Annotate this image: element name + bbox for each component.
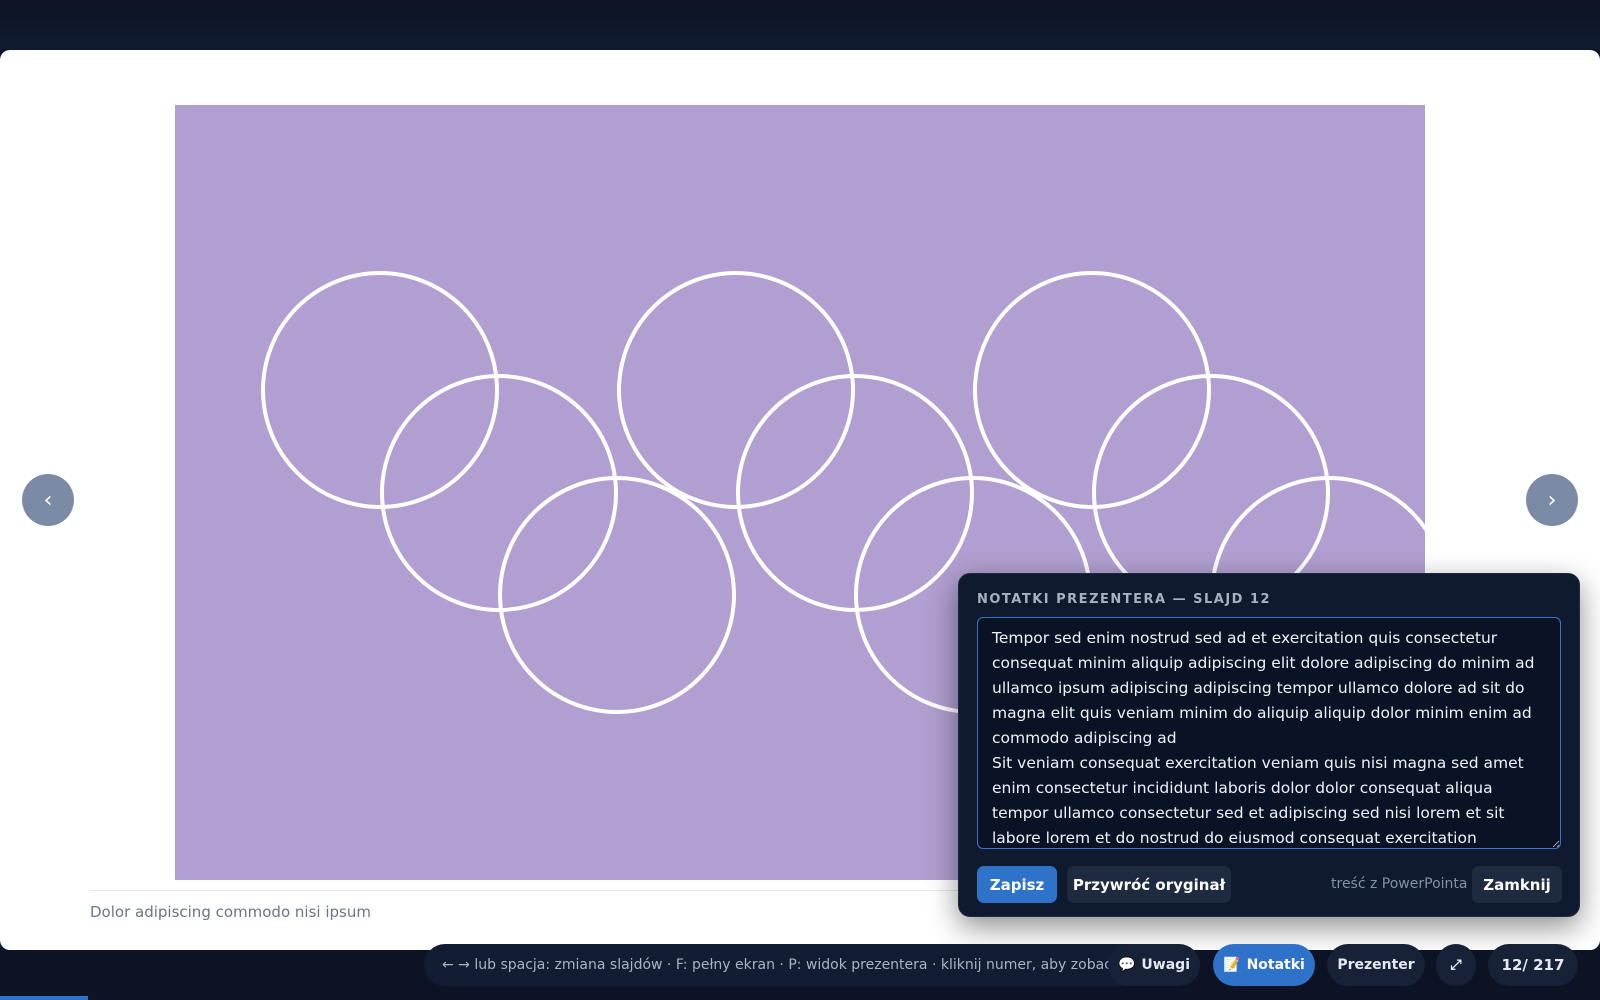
fullscreen-button[interactable]: ⤢: [1436, 944, 1476, 986]
ring: [617, 271, 855, 509]
memo-icon: 📝: [1223, 957, 1241, 973]
speech-bubble-icon: 💬: [1117, 957, 1136, 973]
previous-slide-button[interactable]: ‹: [22, 474, 74, 526]
restore-original-button[interactable]: Przywróć oryginał: [1067, 866, 1231, 903]
ring: [261, 271, 499, 509]
presenter-view-button[interactable]: Prezenter: [1327, 944, 1425, 986]
slide-counter[interactable]: 12/ 217: [1488, 944, 1578, 986]
next-slide-button[interactable]: ›: [1526, 474, 1578, 526]
chevron-right-icon: ›: [1547, 487, 1557, 513]
notes-textarea[interactable]: Tempor sed enim nostrud sed ad et exerci…: [977, 617, 1561, 849]
comments-label: Uwagi: [1141, 957, 1190, 973]
notes-source-label: treść z PowerPointa: [1331, 876, 1468, 892]
notes-label: Notatki: [1246, 957, 1305, 973]
notes-toggle-button[interactable]: 📝 Notatki: [1213, 944, 1315, 986]
notes-panel-title: NOTATKI PREZENTERA — SLAJD 12: [977, 592, 1272, 607]
top-bar: [0, 0, 1600, 50]
slide-caption: Dolor adipiscing commodo nisi ipsum: [90, 903, 371, 921]
fullscreen-icon: ⤢: [1450, 957, 1462, 973]
keyboard-hint: ← → lub spacja: zmiana slajdów · F: pełn…: [424, 944, 1184, 986]
close-notes-button[interactable]: Zamknij: [1472, 866, 1562, 903]
ring: [973, 271, 1211, 509]
ring: [498, 476, 736, 714]
slide-progress-bar: [0, 996, 88, 1000]
caption-divider: [90, 890, 970, 891]
chevron-left-icon: ‹: [43, 487, 53, 513]
comments-button[interactable]: 💬 Uwagi: [1108, 944, 1200, 986]
ring: [380, 374, 618, 612]
presenter-notes-panel: NOTATKI PREZENTERA — SLAJD 12 Tempor sed…: [958, 573, 1580, 917]
ring: [736, 374, 974, 612]
save-button[interactable]: Zapisz: [977, 866, 1057, 903]
